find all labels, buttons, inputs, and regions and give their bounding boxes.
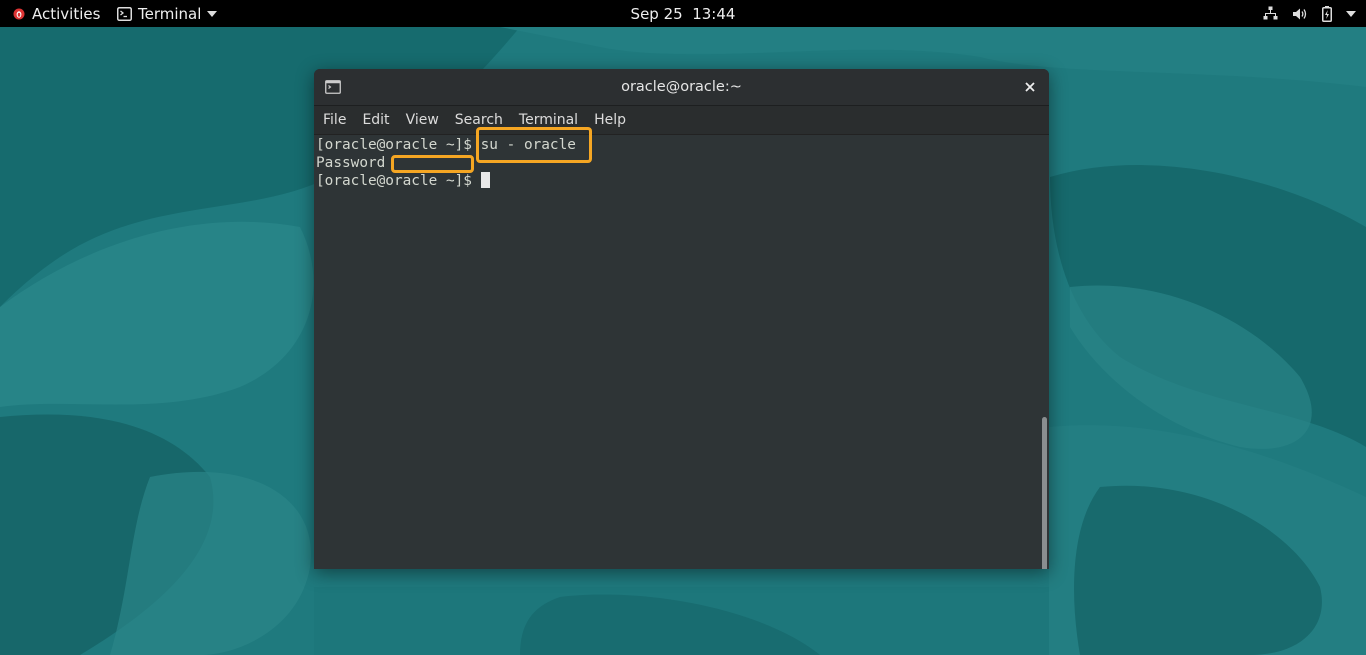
terminal-line: [oracle@oracle ~]$	[316, 172, 490, 190]
menu-help[interactable]: Help	[586, 106, 634, 134]
volume-icon	[1292, 7, 1308, 21]
chevron-down-icon	[207, 10, 218, 17]
window-titlebar[interactable]: oracle@oracle:~	[314, 69, 1049, 106]
scrollbar[interactable]	[1042, 417, 1047, 569]
clock-label[interactable]: Sep 25 13:44	[631, 5, 736, 23]
menu-edit[interactable]: Edit	[354, 106, 397, 134]
app-menu-button[interactable]: Terminal	[117, 0, 218, 27]
status-area[interactable]	[1263, 0, 1356, 27]
close-icon	[1025, 82, 1035, 92]
activities-button[interactable]: Activities	[13, 0, 100, 27]
window-title: oracle@oracle:~	[314, 69, 1049, 105]
text-cursor	[480, 172, 490, 188]
terminal-line: Password	[316, 154, 385, 172]
prompt: [oracle@oracle ~]$	[316, 137, 481, 153]
terminal-output[interactable]: [oracle@oracle ~]$ su - oracle Password …	[314, 127, 1049, 569]
prompt: [oracle@oracle ~]$	[316, 173, 481, 189]
terminal-icon	[325, 80, 341, 94]
system-menu-icon	[1346, 10, 1356, 17]
activities-label: Activities	[32, 4, 101, 23]
menu-file[interactable]: File	[314, 106, 354, 134]
password-prompt: Password	[316, 155, 386, 171]
app-menu-label: Terminal	[138, 4, 202, 23]
menu-view[interactable]: View	[398, 106, 447, 134]
highlight-box-password	[391, 155, 474, 173]
terminal-window: oracle@oracle:~ File Edit View Search Te…	[314, 69, 1049, 569]
highlight-box-command	[476, 127, 592, 163]
battery-icon	[1322, 5, 1332, 22]
window-title-text: oracle@oracle:~	[621, 79, 742, 95]
oracle-logo-icon	[13, 8, 25, 20]
top-bar: Activities Terminal Sep 25 13:44	[0, 0, 1366, 27]
close-button[interactable]	[1020, 77, 1040, 97]
menu-bar: File Edit View Search Terminal Help	[314, 106, 1049, 135]
terminal-app-icon	[117, 6, 132, 21]
network-icon	[1263, 6, 1278, 21]
